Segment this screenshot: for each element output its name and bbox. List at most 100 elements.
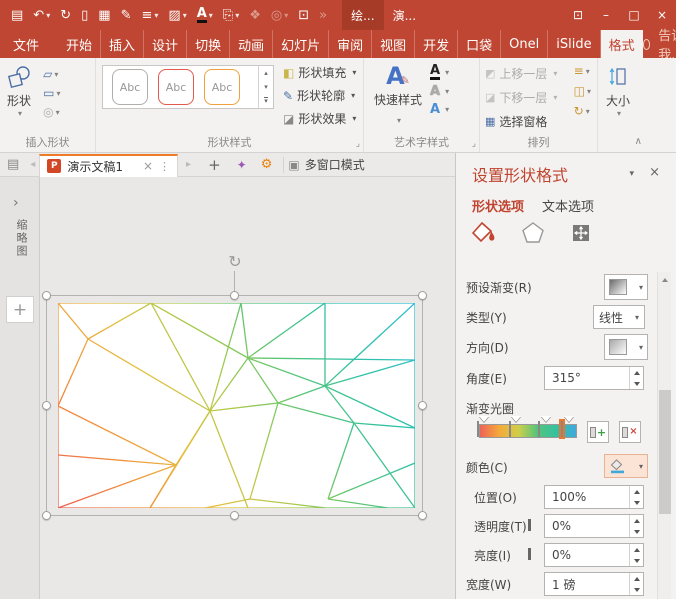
collapse-ribbon-icon[interactable]: ∧: [635, 136, 642, 147]
style-swatch-1[interactable]: Abc: [112, 69, 148, 105]
size-button[interactable]: 大小: [606, 58, 630, 118]
expand-pane-icon[interactable]: ›: [13, 195, 19, 211]
edit-shape-button[interactable]: [43, 68, 60, 80]
panel-menu-icon[interactable]: [629, 169, 634, 179]
resize-handle-se[interactable]: [418, 511, 427, 520]
slide-canvas[interactable]: [40, 177, 455, 599]
menu-tab-4[interactable]: 切换: [187, 30, 230, 58]
rotation-handle[interactable]: [226, 253, 244, 271]
shapes-button[interactable]: 形状: [6, 58, 32, 118]
tab-close-icon[interactable]: [143, 159, 153, 173]
text-outline-button[interactable]: A: [430, 85, 449, 98]
dialog-launcher-icon[interactable]: [472, 139, 476, 149]
group-objects-button[interactable]: [574, 85, 591, 97]
quick-styles-button[interactable]: A✎ 快速样式: [372, 64, 424, 127]
spin-down-icon[interactable]: [634, 382, 640, 386]
gallery-up-icon[interactable]: ▴: [259, 66, 273, 80]
spin-down-icon[interactable]: [634, 588, 640, 592]
resize-handle-w[interactable]: [42, 401, 51, 410]
spin-down-icon[interactable]: [634, 501, 640, 505]
selected-shape[interactable]: [58, 303, 415, 508]
magic-wand-icon[interactable]: [237, 158, 247, 172]
menu-tab-7[interactable]: 审阅: [329, 30, 372, 58]
angle-spinner[interactable]: 315°: [544, 366, 644, 390]
menu-tab-9[interactable]: 开发: [415, 30, 458, 58]
menu-tab-10[interactable]: 口袋: [458, 30, 501, 58]
style-swatch-2[interactable]: Abc: [158, 69, 194, 105]
add-gradient-stop-button[interactable]: [587, 421, 609, 443]
scroll-tabs-right-icon[interactable]: [186, 159, 191, 170]
new-tab-icon[interactable]: [208, 156, 221, 174]
undo-icon[interactable]: ↶: [33, 9, 50, 22]
gradient-stop-3[interactable]: [538, 422, 549, 436]
tab-menu-icon[interactable]: [159, 160, 170, 173]
menu-tab-3[interactable]: 设计: [144, 30, 187, 58]
color-dropdown[interactable]: [604, 454, 648, 478]
scrollbar-up-icon[interactable]: [658, 272, 671, 288]
gradient-stop-4[interactable]: [561, 422, 572, 436]
transparency-slider[interactable]: [528, 519, 531, 531]
grid-icon[interactable]: ▦: [98, 9, 110, 22]
gallery-down-icon[interactable]: ▾: [259, 80, 273, 94]
spin-down-icon[interactable]: [634, 530, 640, 534]
gradient-stop-1[interactable]: [477, 422, 488, 436]
spinner-arrows[interactable]: [629, 367, 643, 389]
multi-window-mode-button[interactable]: 多窗口模式: [288, 156, 364, 173]
font-color-icon[interactable]: A: [197, 7, 213, 23]
shape-fill-button[interactable]: 形状填充: [283, 64, 356, 81]
menu-tab-8[interactable]: 视图: [372, 30, 415, 58]
spin-down-icon[interactable]: [634, 559, 640, 563]
effects-pentagon-icon[interactable]: [521, 221, 545, 244]
resize-handle-ne[interactable]: [418, 291, 427, 300]
resize-handle-s[interactable]: [230, 511, 239, 520]
menu-tab-13[interactable]: 格式: [601, 30, 643, 58]
menu-tab-11[interactable]: Onel: [501, 30, 548, 58]
shape-combine-icon[interactable]: ❖: [249, 9, 261, 22]
menu-tab-12[interactable]: iSlide: [548, 30, 600, 58]
add-slide-button[interactable]: +: [6, 296, 34, 323]
panel-scrollbar[interactable]: [657, 272, 671, 599]
width-spinner[interactable]: 1 磅: [544, 572, 644, 596]
spin-up-icon[interactable]: [634, 490, 640, 494]
direction-dropdown[interactable]: [604, 334, 648, 360]
tab-text-options[interactable]: 文本选项: [542, 196, 594, 215]
shape-effects-button[interactable]: 形状效果: [283, 110, 356, 127]
fill-line-icon[interactable]: [470, 220, 497, 245]
settings-gear-icon[interactable]: [261, 157, 273, 172]
spinner-arrows[interactable]: [629, 544, 643, 566]
gradient-stops-bar[interactable]: [479, 424, 577, 438]
text-box-button[interactable]: [43, 87, 60, 99]
spinner-arrows[interactable]: [629, 573, 643, 595]
document-tab[interactable]: P 演示文稿1: [39, 154, 178, 177]
maximize-icon[interactable]: □: [620, 0, 648, 30]
paste-icon[interactable]: ⎘: [223, 9, 239, 22]
size-properties-icon[interactable]: [569, 221, 592, 244]
resize-handle-n[interactable]: [230, 291, 239, 300]
resize-handle-e[interactable]: [418, 401, 427, 410]
remove-gradient-stop-button[interactable]: [619, 421, 641, 443]
menu-tab-5[interactable]: 动画: [230, 30, 273, 58]
dialog-launcher-icon[interactable]: [356, 139, 360, 149]
text-effects-button[interactable]: A: [430, 103, 449, 116]
spin-up-icon[interactable]: [634, 548, 640, 552]
menu-tab-6[interactable]: 幻灯片: [273, 30, 329, 58]
menu-tab-0[interactable]: 文件: [0, 30, 52, 58]
position-spinner[interactable]: 100%: [544, 485, 644, 509]
shape-outline-button[interactable]: 形状轮廓: [283, 87, 356, 104]
scrollbar-thumb[interactable]: [659, 390, 671, 514]
bring-forward-button[interactable]: 上移一层: [485, 65, 557, 82]
brightness-spinner[interactable]: 0%: [544, 543, 644, 567]
gradient-stop-2[interactable]: [509, 422, 520, 436]
spin-up-icon[interactable]: [634, 371, 640, 375]
save-icon[interactable]: ▤: [11, 9, 23, 22]
ribbon-display-icon[interactable]: ⊡: [564, 0, 592, 30]
brightness-slider[interactable]: [528, 548, 531, 560]
panel-close-icon[interactable]: [649, 165, 660, 180]
format-painter-icon[interactable]: ✎: [121, 9, 132, 22]
new-file-icon[interactable]: ▯: [81, 9, 88, 22]
selection-pane-button[interactable]: 选择窗格: [485, 113, 557, 130]
preset-gradient-dropdown[interactable]: [604, 274, 648, 300]
text-fill-button[interactable]: A: [430, 64, 449, 80]
resize-handle-nw[interactable]: [42, 291, 51, 300]
scroll-tabs-left-icon[interactable]: [30, 159, 35, 170]
